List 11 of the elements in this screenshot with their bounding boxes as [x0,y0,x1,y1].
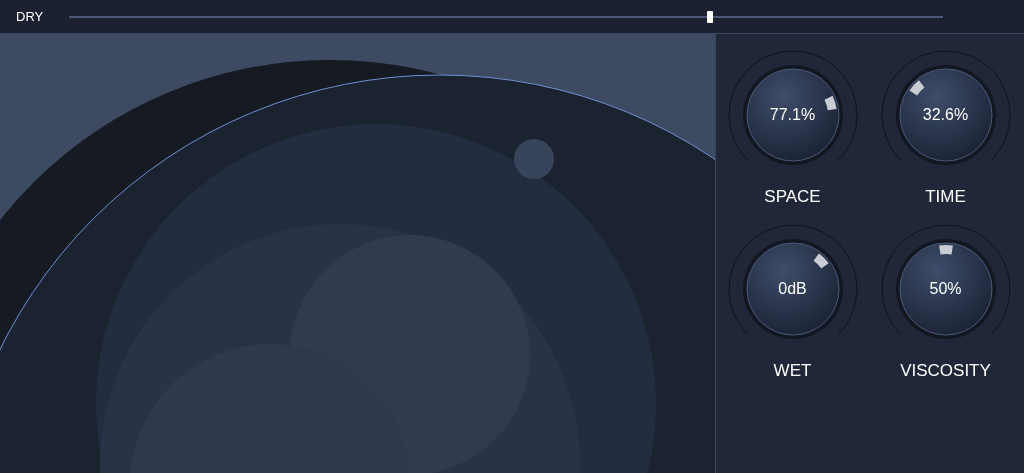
knob-label: WET [773,359,812,382]
knob-label: SPACE [764,186,821,208]
knob-value: 50% [929,280,962,297]
dry-slider[interactable] [69,10,943,23]
knob-value: 32.6% [922,107,969,123]
knob-value: 0dB [778,280,807,297]
knob-label: VISCOSITY [900,359,991,382]
knob-value: 77.1% [769,107,816,123]
dry-label: DRY [16,7,45,26]
slider-thumb[interactable] [706,10,713,23]
knob-label: TIME [925,186,966,208]
